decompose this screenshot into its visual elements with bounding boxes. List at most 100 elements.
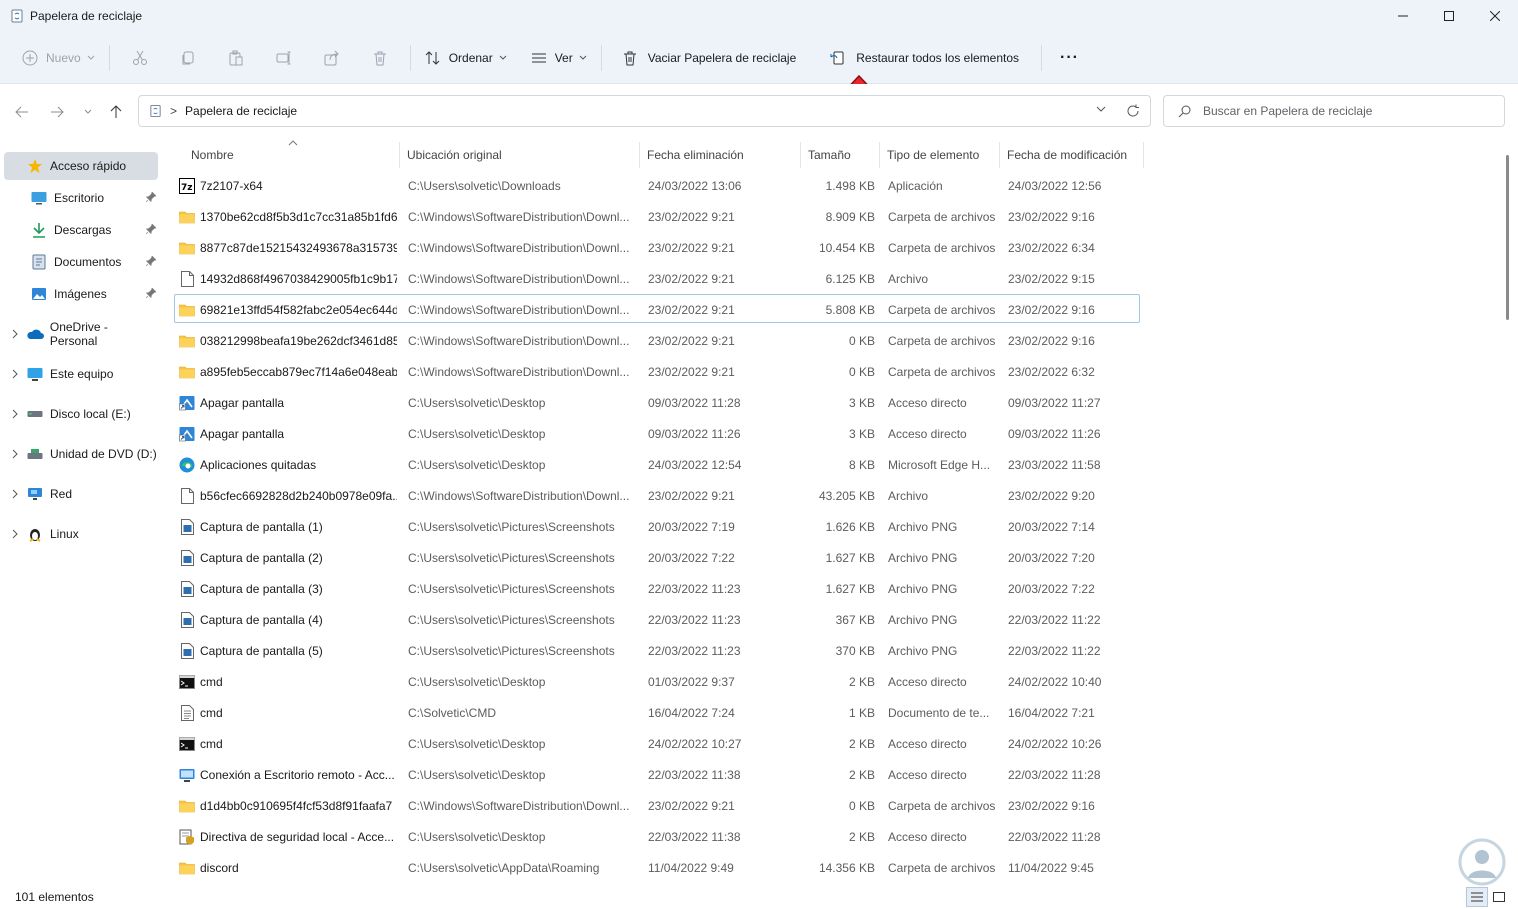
file-row[interactable]: 8877c87de15215432493678a315739e1 C:\Windo… xyxy=(174,232,1140,261)
column-header-type[interactable]: Tipo de elemento xyxy=(887,142,979,168)
column-header-modified[interactable]: Fecha de modificación xyxy=(1007,142,1127,168)
back-button[interactable] xyxy=(8,98,36,126)
sidebar-item-desktop[interactable]: Escritorio xyxy=(30,184,160,212)
share-button[interactable] xyxy=(308,40,356,76)
file-size: 370 KB xyxy=(835,643,875,658)
chevron-right-icon[interactable] xyxy=(4,409,26,419)
sidebar-item-linux[interactable]: Linux xyxy=(4,520,158,548)
column-divider[interactable] xyxy=(639,142,640,168)
sidebar-item-quick-access[interactable]: Acceso rápido xyxy=(4,152,158,180)
file-row[interactable]: cmd C:\Users\solvetic\Desktop 24/02/2022 1… xyxy=(174,728,1140,757)
column-divider[interactable] xyxy=(399,142,400,168)
paste-button[interactable] xyxy=(212,40,260,76)
pin-icon[interactable] xyxy=(146,224,156,234)
address-bar[interactable]: > Papelera de reciclaje xyxy=(138,95,1151,127)
modification-date: 22/03/2022 11:28 xyxy=(1008,829,1101,844)
file-row[interactable]: 14932d868f4967038429005fb1c9b17... C:\Win… xyxy=(174,263,1140,292)
more-label: ··· xyxy=(1060,48,1079,66)
sidebar-item-this-pc[interactable]: Este equipo xyxy=(4,360,158,388)
file-row[interactable]: b56cfec6692828d2b240b0978e09fa... C:\Wind… xyxy=(174,480,1140,509)
copy-button[interactable] xyxy=(164,40,212,76)
rename-button[interactable] xyxy=(260,40,308,76)
chevron-right-icon[interactable] xyxy=(4,489,26,499)
column-header-name[interactable]: Nombre xyxy=(191,142,234,168)
refresh-icon[interactable] xyxy=(1126,104,1140,118)
close-button[interactable] xyxy=(1472,0,1518,32)
file-size: 2 KB xyxy=(848,829,875,844)
file-row[interactable]: Apagar pantalla C:\Users\solvetic\Desktop… xyxy=(174,418,1140,447)
cut-button[interactable] xyxy=(116,40,164,76)
item-type: Acceso directo xyxy=(888,395,967,410)
deletion-date: 23/02/2022 9:21 xyxy=(648,240,735,255)
file-row[interactable]: Apagar pantalla C:\Users\solvetic\Desktop… xyxy=(174,387,1140,416)
more-options-button[interactable]: ··· xyxy=(1052,40,1087,76)
file-row[interactable]: discord C:\Users\solvetic\AppData\Roaming… xyxy=(174,852,1140,881)
file-row[interactable]: 69821e13ffd54f582fabc2e054ec644d C:\Windo… xyxy=(174,294,1140,323)
file-row[interactable]: Captura de pantalla (1) C:\Users\solvetic… xyxy=(174,511,1140,540)
column-divider[interactable] xyxy=(879,142,880,168)
file-row[interactable]: 7z 7z2107-x64 C:\Users\solvetic\Downloads 2… xyxy=(174,170,1140,199)
file-row[interactable]: cmd C:\Solvetic\CMD 16/04/2022 7:24 1 KB Doc… xyxy=(174,697,1140,726)
file-row[interactable]: Captura de pantalla (5) C:\Users\solvetic… xyxy=(174,635,1140,664)
chevron-right-icon[interactable] xyxy=(4,329,26,339)
empty-recycle-bin-button[interactable]: Vaciar Papelera de reciclaje xyxy=(614,40,805,76)
file-row[interactable]: d1d4bb0c910695f4fcf53d8f91faafa7 C:\Windo… xyxy=(174,790,1140,819)
file-row[interactable]: Captura de pantalla (4) C:\Users\solvetic… xyxy=(174,604,1140,633)
restore-all-button[interactable]: Restaurar todos los elementos xyxy=(822,40,1027,76)
file-row[interactable]: 038212998beafa19be262dcf3461d858 C:\Windo… xyxy=(174,325,1140,354)
up-button[interactable] xyxy=(102,98,130,126)
sidebar-item-dvd-drive-d[interactable]: Unidad de DVD (D:) xyxy=(4,440,158,468)
sidebar-item-pictures[interactable]: Imágenes xyxy=(30,280,160,308)
file-name: 1370be62cd8f5b3d1c7cc31a85b1fd60 xyxy=(200,209,397,224)
item-type: Carpeta de archivos xyxy=(888,209,996,224)
column-divider[interactable] xyxy=(800,142,801,168)
file-row[interactable]: cmd C:\Users\solvetic\Desktop 01/03/2022 9… xyxy=(174,666,1140,695)
pictures-icon xyxy=(30,286,48,302)
sidebar-item-documents[interactable]: Documentos xyxy=(30,248,160,276)
file-row[interactable]: Directiva de seguridad local - Acce... C:… xyxy=(174,821,1140,850)
chevron-right-icon[interactable] xyxy=(4,369,26,379)
minimize-button[interactable] xyxy=(1380,0,1426,32)
file-name-cell: Aplicaciones quitadas xyxy=(179,450,397,479)
file-row[interactable]: Captura de pantalla (2) C:\Users\solvetic… xyxy=(174,542,1140,571)
sidebar-item-network[interactable]: Red xyxy=(4,480,158,508)
pin-icon[interactable] xyxy=(146,288,156,298)
column-divider[interactable] xyxy=(1143,142,1144,168)
deletion-date: 22/03/2022 11:23 xyxy=(648,643,741,658)
new-button[interactable]: Nuevo xyxy=(14,40,103,76)
edge-icon xyxy=(179,457,195,473)
column-header-deleted[interactable]: Fecha eliminación xyxy=(647,142,744,168)
file-row[interactable]: 1370be62cd8f5b3d1c7cc31a85b1fd60 C:\Windo… xyxy=(174,201,1140,230)
file-row[interactable]: a895feb5eccab879ec7f14a6e048eab4 C:\Windo… xyxy=(174,356,1140,385)
file-row[interactable]: Conexión a Escritorio remoto - Acc... C:\… xyxy=(174,759,1140,788)
original-location: C:\Users\solvetic\Pictures\Screenshots xyxy=(408,550,615,565)
file-row[interactable]: Aplicaciones quitadas C:\Users\solvetic\D… xyxy=(174,449,1140,478)
column-divider[interactable] xyxy=(999,142,1000,168)
chevron-down-icon[interactable] xyxy=(1096,105,1106,113)
original-location: C:\Solvetic\CMD xyxy=(408,705,497,720)
tiles-view-button[interactable] xyxy=(1488,887,1510,907)
delete-button[interactable] xyxy=(356,40,404,76)
view-button[interactable]: Ver xyxy=(523,40,595,76)
sidebar-item-downloads[interactable]: Descargas xyxy=(30,216,160,244)
file-row[interactable]: Captura de pantalla (3) C:\Users\solvetic… xyxy=(174,573,1140,602)
chevron-right-icon[interactable] xyxy=(4,449,26,459)
original-location: C:\Windows\SoftwareDistribution\Downl... xyxy=(408,209,630,224)
recent-locations-button[interactable] xyxy=(74,98,102,126)
details-view-button[interactable] xyxy=(1466,887,1488,907)
forward-button[interactable] xyxy=(43,98,71,126)
file-name-cell: Captura de pantalla (1) xyxy=(179,512,397,541)
breadcrumb-item[interactable]: Papelera de reciclaje xyxy=(185,104,297,118)
sidebar-item-local-disk-e[interactable]: Disco local (E:) xyxy=(4,400,158,428)
sort-button[interactable]: Ordenar xyxy=(417,40,515,76)
column-header-location[interactable]: Ubicación original xyxy=(407,142,502,168)
maximize-button[interactable] xyxy=(1426,0,1472,32)
sidebar-item-onedrive[interactable]: OneDrive - Personal xyxy=(4,320,158,348)
pin-icon[interactable] xyxy=(146,256,156,266)
pin-icon[interactable] xyxy=(146,192,156,202)
window-controls xyxy=(1380,0,1518,32)
search-box[interactable]: Buscar en Papelera de reciclaje xyxy=(1163,95,1505,127)
vertical-scrollbar[interactable] xyxy=(1506,155,1509,320)
chevron-right-icon[interactable] xyxy=(4,529,26,539)
column-header-size[interactable]: Tamaño xyxy=(808,142,851,168)
